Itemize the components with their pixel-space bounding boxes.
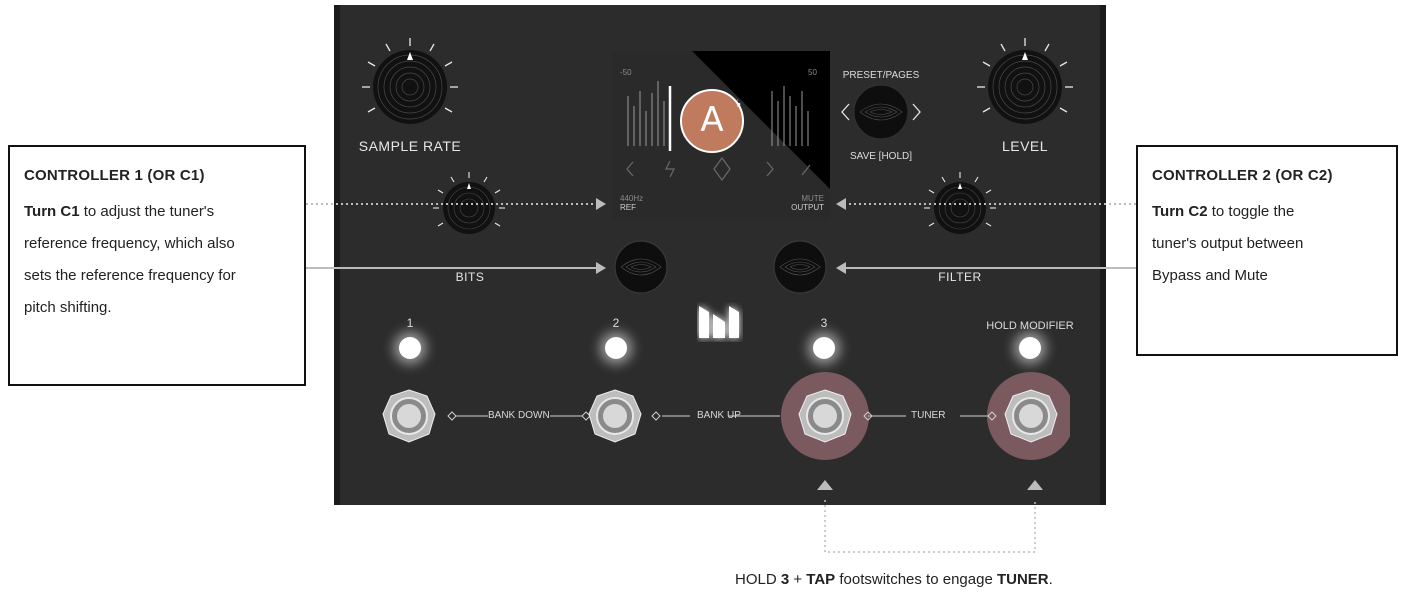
sample-rate-label: SAMPLE RATE: [358, 138, 462, 154]
tuner-flat: ♭: [736, 98, 742, 110]
footswitch-hold-modifier[interactable]: [1003, 388, 1059, 444]
filter-knob[interactable]: [920, 168, 1000, 248]
controller-1-bold: Turn C1: [24, 203, 80, 220]
level-label: LEVEL: [1001, 138, 1049, 154]
bits-label: BITS: [455, 270, 485, 284]
filter-label: FILTER: [938, 270, 982, 284]
scale-right: 50: [808, 68, 817, 77]
led-hold-modifier: [1019, 337, 1041, 359]
controller-2-line1: to toggle the: [1207, 203, 1295, 220]
led-1: [399, 337, 421, 359]
encoder-top-label: PRESET/PAGES: [842, 70, 920, 81]
led-2: [605, 337, 627, 359]
note-part-1: HOLD: [735, 571, 781, 588]
controller-2-bold: Turn C2: [1152, 203, 1208, 220]
tuner-instruction: HOLD 3 + TAP footswitches to engage TUNE…: [735, 571, 1053, 588]
footswitch-1[interactable]: [381, 388, 437, 444]
switch-1-label: 1: [406, 316, 414, 330]
ref-label: REF: [620, 203, 636, 212]
sample-rate-knob[interactable]: [355, 32, 465, 142]
note-bold-1: 3: [780, 571, 790, 588]
controller-1-line2: reference frequency, which also: [24, 235, 235, 252]
note-part-2: +: [789, 571, 807, 588]
bank-down-label: BANK DOWN: [488, 410, 550, 421]
controller-1-line3: sets the reference frequency for: [24, 267, 236, 284]
out-value: MUTE: [801, 194, 824, 203]
controller-1-callout: CONTROLLER 1 (OR C1) Turn C1 to adjust t…: [8, 145, 306, 386]
c2-encoder[interactable]: [771, 238, 829, 296]
bank-up-label: BANK UP: [697, 410, 741, 421]
footswitch-2[interactable]: [587, 388, 643, 444]
led-3: [813, 337, 835, 359]
controller-2-line3: Bypass and Mute: [1152, 267, 1268, 284]
switch-3-label: 3: [820, 316, 828, 330]
encoder-bottom-label: SAVE [HOLD]: [849, 151, 913, 162]
note-part-3: footswitches to engage: [835, 571, 997, 588]
note-part-4: .: [1048, 571, 1053, 588]
out-label: OUTPUT: [791, 203, 824, 212]
scale-left: -50: [620, 68, 632, 77]
preset-encoder[interactable]: [838, 82, 924, 142]
controller-1-line1: to adjust the tuner's: [79, 203, 215, 220]
ref-value: 440Hz: [620, 194, 644, 203]
bits-knob[interactable]: [429, 168, 509, 248]
note-bold-3: TUNER: [996, 571, 1049, 588]
controller-2-line2: tuner's output between: [1152, 235, 1304, 252]
tuner-label: TUNER: [911, 410, 946, 421]
note-bold-2: TAP: [806, 571, 836, 588]
tuner-screen: -50 50 A ♭ 440Hz REF MUTE OUTPUT: [612, 51, 830, 220]
switch-2-label: 2: [612, 316, 620, 330]
footswitch-3[interactable]: [797, 388, 853, 444]
controller-1-title: CONTROLLER 1 (OR C1): [24, 167, 205, 184]
controller-2-title: CONTROLLER 2 (OR C2): [1152, 167, 1333, 184]
brand-logo: [699, 306, 739, 338]
controller-1-line4: pitch shifting.: [24, 299, 112, 316]
c1-encoder[interactable]: [612, 238, 670, 296]
tuner-note: A: [700, 100, 724, 140]
level-knob[interactable]: [970, 32, 1080, 142]
hold-modifier-label: HOLD MODIFIER: [986, 320, 1074, 332]
controller-2-callout: CONTROLLER 2 (OR C2) Turn C2 to toggle t…: [1136, 145, 1398, 356]
